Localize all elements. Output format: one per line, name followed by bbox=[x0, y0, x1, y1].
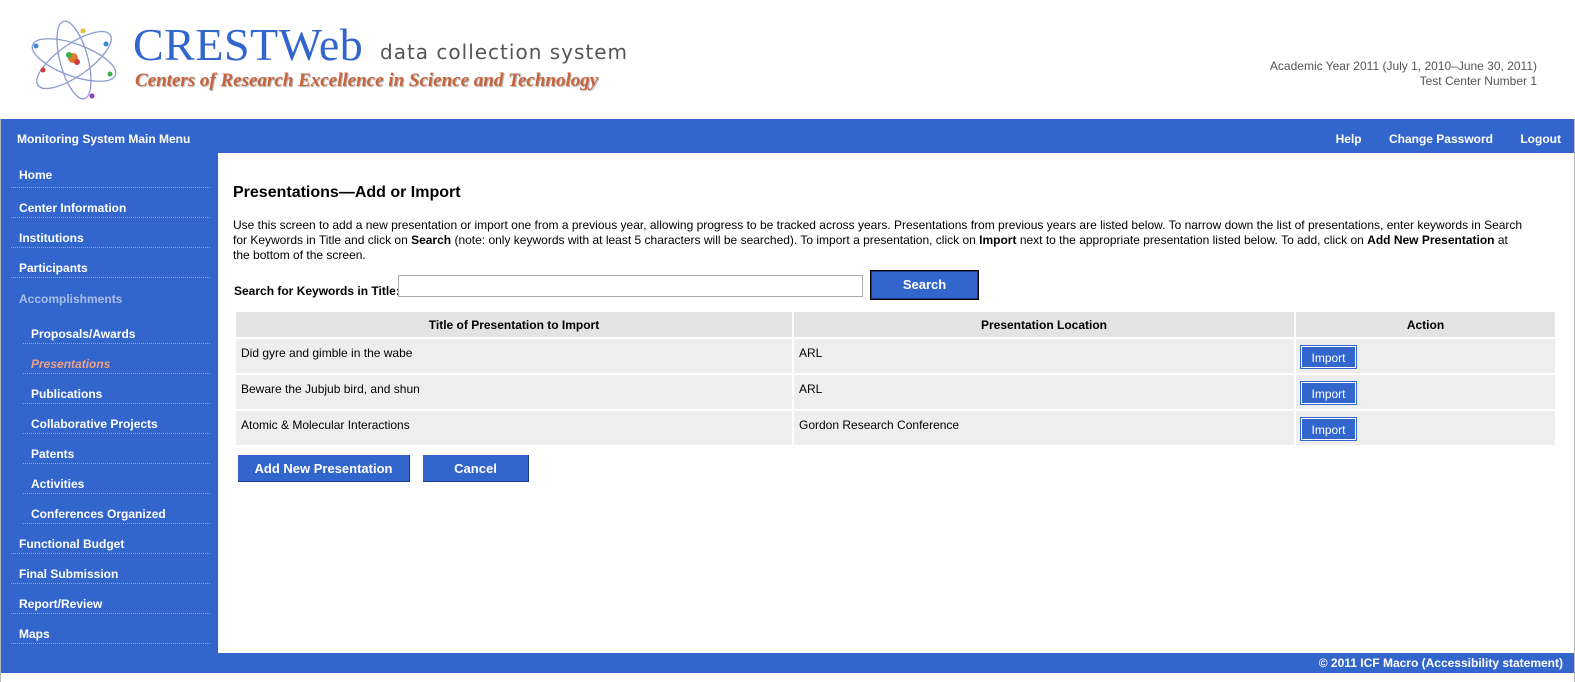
import-button[interactable]: Import bbox=[1300, 345, 1357, 369]
search-input[interactable] bbox=[398, 275, 863, 297]
presentation-location: Gordon Research Conference bbox=[794, 411, 1294, 445]
sidebar-item-presentations[interactable]: Presentations bbox=[23, 344, 210, 374]
sidebar-item-final-submission[interactable]: Final Submission bbox=[11, 554, 210, 584]
logout-link[interactable]: Logout bbox=[1520, 132, 1561, 146]
header: CRESTWeb data collection system Centers … bbox=[0, 0, 1575, 119]
brand-tagline: Centers of Research Excellence in Scienc… bbox=[135, 70, 599, 91]
sidebar-item-maps[interactable]: Maps bbox=[11, 614, 210, 644]
cancel-button[interactable]: Cancel bbox=[423, 455, 529, 482]
table-row: Beware the Jubjub bird, and shun ARL Imp… bbox=[236, 375, 1555, 409]
presentation-location: ARL bbox=[794, 339, 1294, 373]
sidebar-item-patents[interactable]: Patents bbox=[23, 434, 210, 464]
action-cell: Import bbox=[1296, 375, 1555, 409]
sidebar-item-collaborative-projects[interactable]: Collaborative Projects bbox=[23, 404, 210, 434]
import-button[interactable]: Import bbox=[1300, 417, 1357, 441]
sidebar-item-conferences-organized[interactable]: Conferences Organized bbox=[23, 494, 210, 524]
brand-title: CRESTWeb bbox=[133, 19, 364, 70]
sidebar-item-publications[interactable]: Publications bbox=[23, 374, 210, 404]
sidebar-item-participants[interactable]: Participants bbox=[11, 248, 210, 278]
sidebar-item-activities[interactable]: Activities bbox=[23, 464, 210, 494]
presentation-location: ARL bbox=[794, 375, 1294, 409]
presentation-title: Atomic & Molecular Interactions bbox=[236, 411, 792, 445]
footer: © 2011 ICF Macro (Accessibility statemen… bbox=[1, 653, 1574, 673]
sidebar-item-report-review[interactable]: Report/Review bbox=[11, 584, 210, 614]
atom-logo-icon bbox=[31, 20, 117, 100]
academic-year: Academic Year 2011 (July 1, 2010–June 30… bbox=[1269, 59, 1537, 73]
center-name: Test Center Number 1 bbox=[1419, 74, 1537, 88]
sidebar-item-home[interactable]: Home bbox=[11, 161, 210, 188]
table-row: Atomic & Molecular Interactions Gordon R… bbox=[236, 411, 1555, 445]
change-password-link[interactable]: Change Password bbox=[1389, 132, 1493, 146]
presentation-title: Beware the Jubjub bird, and shun bbox=[236, 375, 792, 409]
action-cell: Import bbox=[1296, 411, 1555, 445]
add-new-presentation-button[interactable]: Add New Presentation bbox=[238, 455, 410, 482]
sidebar-item-center-information[interactable]: Center Information bbox=[11, 188, 210, 218]
column-header-title: Title of Presentation to Import bbox=[236, 312, 792, 337]
sidebar-item-functional-budget[interactable]: Functional Budget bbox=[11, 524, 210, 554]
help-link[interactable]: Help bbox=[1336, 132, 1362, 146]
import-button[interactable]: Import bbox=[1300, 381, 1357, 405]
intro-text: Use this screen to add a new presentatio… bbox=[233, 218, 1523, 262]
sidebar-group-accomplishments: Accomplishments bbox=[19, 292, 123, 306]
top-nav-links: Help Change Password Logout bbox=[1312, 132, 1561, 146]
main-menu-title: Monitoring System Main Menu bbox=[17, 132, 191, 146]
presentations-table: Title of Presentation to Import Presenta… bbox=[234, 310, 1557, 447]
brand-subtitle: data collection system bbox=[380, 40, 629, 64]
footer-copyright[interactable]: © 2011 ICF Macro (Accessibility statemen… bbox=[1319, 656, 1563, 670]
sidebar-item-institutions[interactable]: Institutions bbox=[11, 218, 210, 248]
action-cell: Import bbox=[1296, 339, 1555, 373]
column-header-action: Action bbox=[1296, 312, 1555, 337]
year-info: Academic Year 2011 (July 1, 2010–June 30… bbox=[1270, 59, 1537, 89]
page-title: Presentations—Add or Import bbox=[233, 184, 461, 201]
sidebar-item-proposals-awards[interactable]: Proposals/Awards bbox=[23, 309, 210, 344]
column-header-location: Presentation Location bbox=[794, 312, 1294, 337]
sidebar: Home Center Information Institutions Par… bbox=[1, 153, 218, 653]
search-label: Search for Keywords in Title: bbox=[234, 284, 400, 298]
table-header-row: Title of Presentation to Import Presenta… bbox=[236, 312, 1555, 337]
top-nav-bar: Monitoring System Main Menu Help Change … bbox=[1, 119, 1574, 153]
table-row: Did gyre and gimble in the wabe ARL Impo… bbox=[236, 339, 1555, 373]
search-button[interactable]: Search bbox=[870, 270, 979, 300]
presentation-title: Did gyre and gimble in the wabe bbox=[236, 339, 792, 373]
